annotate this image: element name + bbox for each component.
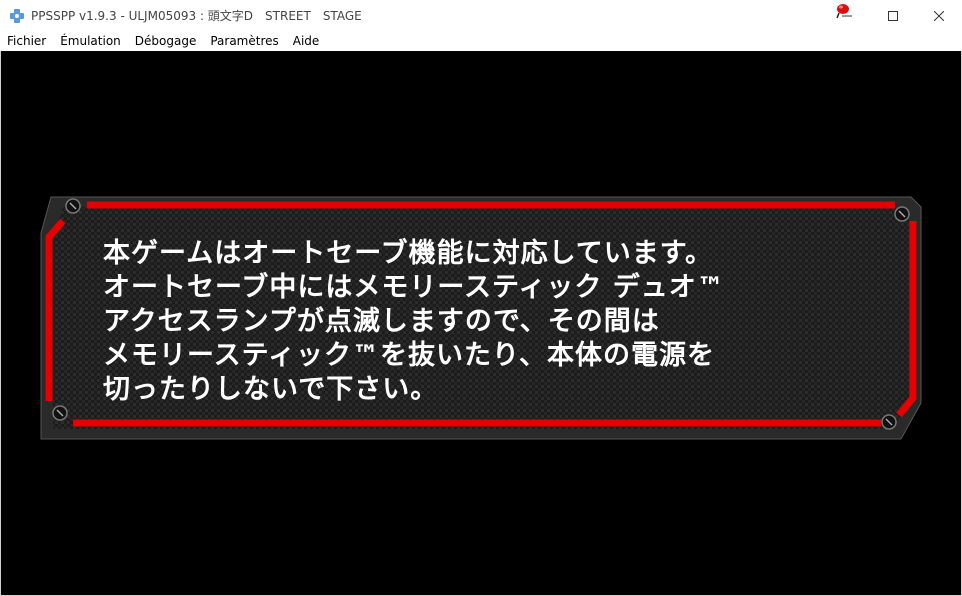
- message-line: 切ったりしないで下さい。: [103, 374, 439, 405]
- menu-aide[interactable]: Aide: [286, 34, 327, 48]
- window-title: PPSSPP v1.9.3 - ULJM05093 : 頭文字D STREET …: [31, 9, 362, 23]
- message-line: メモリースティック™を抜いたり、本体の電源を: [103, 340, 715, 371]
- screw-icon: [881, 414, 897, 430]
- menu-debogage[interactable]: Débogage: [128, 34, 204, 48]
- minimize-button[interactable]: [824, 0, 870, 31]
- menu-fichier[interactable]: Fichier: [0, 34, 53, 48]
- message-line: アクセスランプが点滅しますので、その間は: [103, 306, 660, 337]
- close-button[interactable]: [916, 0, 962, 31]
- menu-bar: Fichier Émulation Débogage Paramètres Ai…: [0, 31, 962, 51]
- ppsspp-logo-icon: [10, 8, 24, 23]
- screw-icon: [65, 198, 81, 214]
- title-bar[interactable]: PPSSPP v1.9.3 - ULJM05093 : 頭文字D STREET …: [0, 0, 962, 31]
- maximize-button[interactable]: [870, 0, 916, 31]
- autosave-message: 本ゲームはオートセーブ機能に対応しています。 オートセーブ中にはメモリースティッ…: [103, 237, 863, 407]
- screw-icon: [894, 206, 910, 222]
- screw-icon: [52, 405, 68, 421]
- maximize-icon: [888, 10, 898, 21]
- game-screen[interactable]: 本ゲームはオートセーブ機能に対応しています。 オートセーブ中にはメモリースティッ…: [1, 51, 961, 595]
- autosave-dialog: 本ゲームはオートセーブ機能に対応しています。 オートセーブ中にはメモリースティッ…: [37, 193, 925, 443]
- message-line: オートセーブ中にはメモリースティック デュオ™: [103, 272, 725, 303]
- close-icon: [934, 10, 944, 21]
- menu-emulation[interactable]: Émulation: [53, 34, 128, 48]
- message-line: 本ゲームはオートセーブ機能に対応しています。: [103, 238, 714, 269]
- minimize-icon: [842, 15, 852, 16]
- menu-parametres[interactable]: Paramètres: [203, 34, 285, 48]
